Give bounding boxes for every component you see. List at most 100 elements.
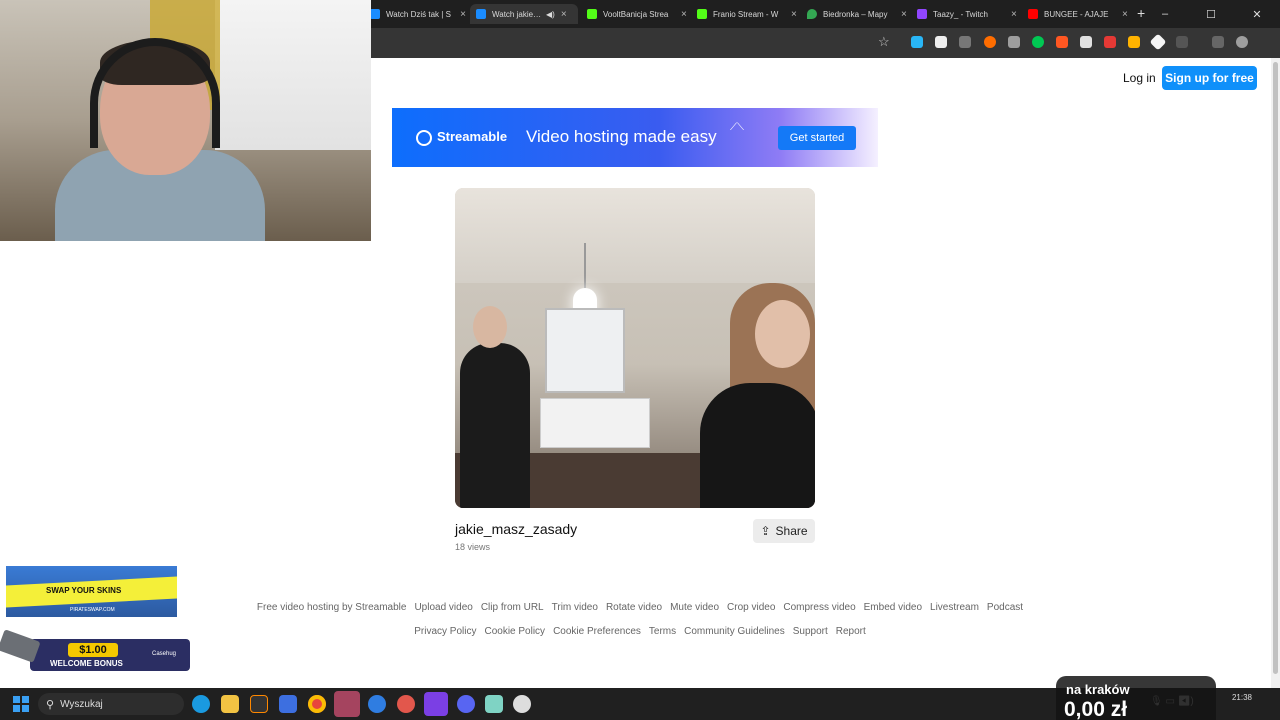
ad-text: WELCOME BONUS <box>50 659 123 668</box>
streamable-logo-icon <box>416 130 432 146</box>
footer-link[interactable]: Upload video <box>414 602 472 613</box>
browser-tab[interactable]: Franio Stream - W × <box>697 4 797 24</box>
footer-link[interactable]: Clip from URL <box>481 602 544 613</box>
donation-label: na kraków <box>1066 682 1130 697</box>
profile-avatar[interactable] <box>1236 36 1248 48</box>
twitch-favicon-icon <box>917 9 927 19</box>
footer-link[interactable]: Terms <box>649 626 676 637</box>
video-frame-person-face <box>755 300 810 368</box>
close-tab-icon[interactable]: × <box>460 9 466 20</box>
extension-icon[interactable] <box>911 36 923 48</box>
share-icon: ⇪ <box>760 524 771 538</box>
speaker-icon[interactable]: ◀) <box>546 10 555 19</box>
close-tab-icon[interactable]: × <box>901 9 907 20</box>
youtube-favicon-icon <box>1028 9 1038 19</box>
footer-link[interactable]: Trim video <box>552 602 598 613</box>
kick-favicon-icon <box>697 9 707 19</box>
browser-tab[interactable]: BUNGEE - AJAJE × <box>1028 4 1128 24</box>
browser-tab[interactable]: Taazy_ - Twitch × <box>917 4 1017 24</box>
extension-icon[interactable] <box>984 36 996 48</box>
file-explorer-icon[interactable] <box>221 695 239 713</box>
donation-goal-overlay: na kraków 0,00 zł <box>1056 676 1216 720</box>
extension-icon[interactable] <box>935 36 947 48</box>
share-button[interactable]: ⇪ Share <box>753 519 815 543</box>
video-player[interactable] <box>455 188 815 508</box>
video-frame-window <box>545 308 625 393</box>
chrome-icon[interactable] <box>308 695 326 713</box>
notepad-icon[interactable] <box>485 695 503 713</box>
app-icon[interactable] <box>368 695 386 713</box>
sparkle-icon: ⟋⟍ <box>730 122 744 133</box>
app-icon[interactable] <box>424 692 448 716</box>
footer-link[interactable]: Mute video <box>670 602 719 613</box>
footer-link[interactable]: Community Guidelines <box>684 626 785 637</box>
browser-tab[interactable]: Biedronka – Mapy × <box>807 4 907 24</box>
app-icon[interactable] <box>397 695 415 713</box>
app-icon[interactable] <box>513 695 531 713</box>
footer-link[interactable]: Support <box>793 626 828 637</box>
login-link[interactable]: Log in <box>1123 71 1156 85</box>
footer-link[interactable]: Free video hosting by Streamable <box>257 602 407 613</box>
footer-link[interactable]: Podcast <box>987 602 1023 613</box>
close-tab-icon[interactable]: × <box>1011 9 1017 20</box>
star-icon[interactable]: ☆ <box>878 34 890 50</box>
page-scrollbar[interactable] <box>1271 58 1280 688</box>
ad-text: SWAP YOUR SKINS <box>46 586 122 595</box>
streamable-favicon-icon <box>370 9 380 19</box>
extension-icon[interactable] <box>1056 36 1068 48</box>
close-tab-icon[interactable]: × <box>681 9 687 20</box>
extension-icon[interactable] <box>959 36 971 48</box>
windows-start-icon[interactable] <box>13 696 29 712</box>
footer-link[interactable]: Report <box>836 626 866 637</box>
footer-link[interactable]: Embed video <box>864 602 922 613</box>
promo-banner[interactable]: Streamable Video hosting made easy ⟋⟍ Ge… <box>392 108 878 167</box>
extension-icon[interactable] <box>1008 36 1020 48</box>
footer-link[interactable]: Cookie Policy <box>484 626 545 637</box>
footer-link[interactable]: Livestream <box>930 602 979 613</box>
banner-brand: Streamable <box>437 129 508 144</box>
footer-links-legal: Privacy Policy Cookie Policy Cookie Pref… <box>0 626 1280 637</box>
store-icon[interactable] <box>279 695 297 713</box>
get-started-button[interactable]: Get started <box>778 126 856 150</box>
extension-icon[interactable] <box>1212 36 1224 48</box>
browser-tab[interactable]: VooltBanicja Strea × <box>587 4 687 24</box>
minimize-button[interactable]: – <box>1142 0 1188 28</box>
weapon-icon <box>0 629 41 663</box>
extension-icon[interactable] <box>1149 33 1167 51</box>
video-frame-person-head <box>473 306 507 348</box>
close-tab-icon[interactable]: × <box>791 9 797 20</box>
extension-icon[interactable] <box>1176 36 1188 48</box>
extension-icon[interactable] <box>1032 36 1044 48</box>
browser-tab-active[interactable]: Watch jakie_m ◀) × <box>470 4 578 24</box>
maximize-button[interactable]: ☐ <box>1188 0 1234 28</box>
browser-tab[interactable]: Watch Dziś tak | S × <box>370 4 466 24</box>
video-frame-ceiling <box>455 188 815 283</box>
taskbar-search-input[interactable]: ⚲ Wyszukaj <box>38 693 184 715</box>
extension-icon[interactable] <box>1080 36 1092 48</box>
footer-link[interactable]: Privacy Policy <box>414 626 476 637</box>
close-tab-icon[interactable]: × <box>561 9 567 20</box>
signup-button[interactable]: Sign up for free <box>1162 66 1257 90</box>
streamable-favicon-icon <box>476 9 486 19</box>
kick-favicon-icon <box>587 9 597 19</box>
pirateswap-ad: SWAP YOUR SKINS PIRATESWAP.COM <box>6 566 177 617</box>
discord-icon[interactable] <box>457 695 475 713</box>
maps-favicon-icon <box>807 9 817 19</box>
ad-brand: Casehug <box>152 651 177 657</box>
footer-link[interactable]: Compress video <box>783 602 855 613</box>
banner-tagline: Video hosting made easy <box>526 127 717 146</box>
footer-link[interactable]: Rotate video <box>606 602 662 613</box>
edge-icon[interactable] <box>192 695 210 713</box>
video-frame-person <box>700 383 815 508</box>
close-window-button[interactable]: ✕ <box>1234 0 1280 28</box>
app-icon[interactable] <box>250 695 268 713</box>
footer-link[interactable]: Crop video <box>727 602 775 613</box>
webcam-window <box>215 0 371 150</box>
clock[interactable]: 21:38 <box>1222 693 1252 702</box>
video-views: 18 views <box>455 542 491 552</box>
extension-icon[interactable] <box>1104 36 1116 48</box>
close-tab-icon[interactable]: × <box>1122 9 1128 20</box>
footer-link[interactable]: Cookie Preferences <box>553 626 641 637</box>
app-icon[interactable] <box>334 691 360 717</box>
extension-icon[interactable] <box>1128 36 1140 48</box>
